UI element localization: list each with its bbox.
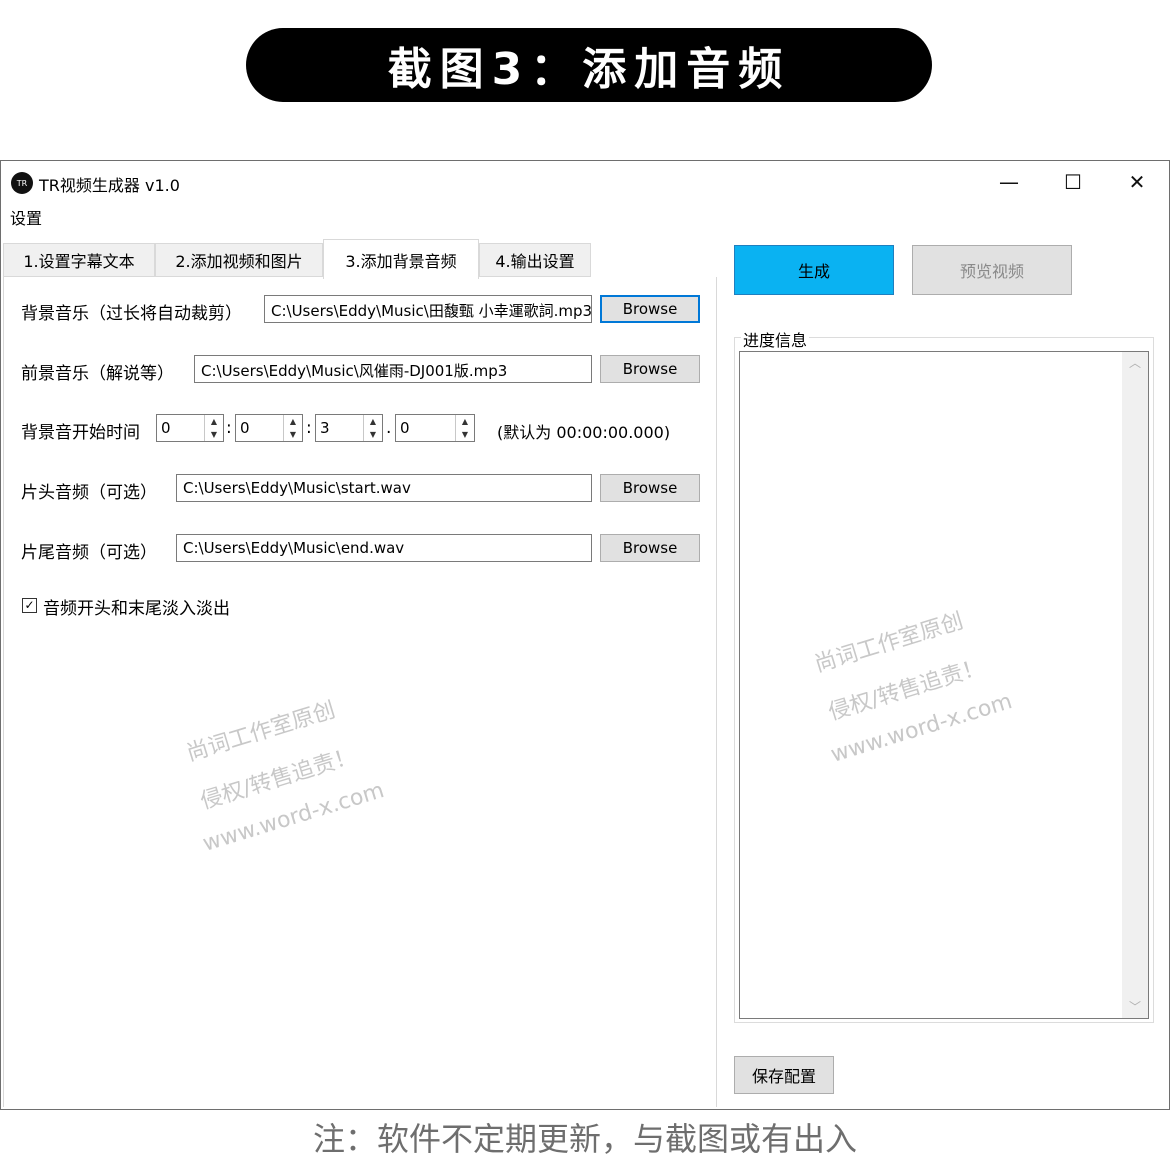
start-seconds-spinner[interactable]: 3 ▲ ▼	[315, 414, 383, 442]
spin-down-icon[interactable]: ▼	[364, 428, 382, 441]
bg-music-label: 背景音乐（过长将自动裁剪）	[21, 304, 242, 324]
start-hours-spinner[interactable]: 0 ▲ ▼	[156, 414, 224, 442]
spin-down-icon[interactable]: ▼	[205, 428, 223, 441]
app-logo-icon: TR	[11, 172, 33, 194]
time-separator: :	[306, 418, 312, 438]
footnote: 注：软件不定期更新，与截图或有出入	[312, 1120, 857, 1158]
tab-add-video-images[interactable]: 2.添加视频和图片	[155, 243, 323, 277]
scroll-down-icon[interactable]: ﹀	[1122, 996, 1148, 1018]
start-hours-value: 0	[161, 419, 171, 437]
spin-up-icon[interactable]: ▲	[456, 415, 474, 428]
save-config-button[interactable]: 保存配置	[734, 1056, 834, 1094]
outro-audio-path-input[interactable]: C:\Users\Eddy\Music\end.wav	[176, 534, 592, 562]
spin-down-icon[interactable]: ▼	[456, 428, 474, 441]
screenshot-banner: 截图3：添加音频	[246, 28, 932, 102]
spin-up-icon[interactable]: ▲	[364, 415, 382, 428]
start-milliseconds-spinner[interactable]: 0 ▲ ▼	[395, 414, 475, 442]
tab-strip: 1.设置字幕文本 2.添加视频和图片 3.添加背景音频 4.输出设置	[3, 239, 715, 279]
start-milliseconds-value: 0	[400, 419, 410, 437]
time-separator: .	[386, 418, 392, 438]
menu-bar: 设置	[1, 201, 1169, 229]
tab-output-settings[interactable]: 4.输出设置	[479, 243, 591, 277]
menu-settings[interactable]: 设置	[10, 205, 42, 229]
outro-audio-label: 片尾音频（可选）	[21, 543, 157, 563]
start-minutes-spinner[interactable]: 0 ▲ ▼	[235, 414, 303, 442]
start-time-hint: (默认为 00:00:00.000)	[497, 423, 671, 442]
start-minutes-value: 0	[240, 419, 250, 437]
time-separator: :	[226, 418, 232, 438]
title-bar: TR TR视频生成器 v1.0 — ☐ ✕	[1, 161, 1169, 201]
spin-down-icon[interactable]: ▼	[284, 428, 302, 441]
fg-music-path-input[interactable]: C:\Users\Eddy\Music\风催雨-DJ001版.mp3	[194, 355, 592, 383]
bg-music-browse-button[interactable]: Browse	[600, 295, 700, 323]
close-button[interactable]: ✕	[1107, 165, 1167, 199]
window-title: TR视频生成器 v1.0	[39, 176, 180, 195]
progress-scrollbar[interactable]: ︿ ﹀	[1122, 352, 1148, 1018]
start-seconds-value: 3	[320, 419, 330, 437]
fade-checkbox[interactable]: ✓	[22, 598, 37, 613]
audio-settings-panel: 背景音乐（过长将自动裁剪） C:\Users\Eddy\Music\田馥甄 小幸…	[3, 277, 717, 1107]
spin-up-icon[interactable]: ▲	[205, 415, 223, 428]
maximize-button[interactable]: ☐	[1043, 165, 1103, 199]
intro-audio-label: 片头音频（可选）	[21, 483, 157, 503]
tab-add-background-audio[interactable]: 3.添加背景音频	[323, 239, 479, 279]
minimize-button[interactable]: —	[979, 165, 1039, 199]
progress-log-textarea[interactable]: ︿ ﹀ 尚词工作室原创 侵权/转售追责！ www.word-x.com	[739, 351, 1149, 1019]
start-time-label: 背景音开始时间	[21, 423, 140, 443]
scroll-up-icon[interactable]: ︿	[1122, 352, 1148, 374]
fg-music-browse-button[interactable]: Browse	[600, 355, 700, 383]
app-window: TR TR视频生成器 v1.0 — ☐ ✕ 设置 1.设置字幕文本 2.添加视频…	[0, 160, 1170, 1110]
fade-checkbox-label[interactable]: 音频开头和末尾淡入淡出	[43, 594, 230, 619]
generate-button[interactable]: 生成	[734, 245, 894, 295]
intro-audio-path-input[interactable]: C:\Users\Eddy\Music\start.wav	[176, 474, 592, 502]
tab-subtitle-text[interactable]: 1.设置字幕文本	[3, 243, 155, 277]
fg-music-label: 前景音乐（解说等）	[21, 364, 174, 384]
preview-video-button[interactable]: 预览视频	[912, 245, 1072, 295]
outro-audio-browse-button[interactable]: Browse	[600, 534, 700, 562]
progress-title: 进度信息	[741, 327, 810, 351]
bg-music-path-input[interactable]: C:\Users\Eddy\Music\田馥甄 小幸運歌詞.mp3	[264, 295, 592, 323]
intro-audio-browse-button[interactable]: Browse	[600, 474, 700, 502]
spin-up-icon[interactable]: ▲	[284, 415, 302, 428]
